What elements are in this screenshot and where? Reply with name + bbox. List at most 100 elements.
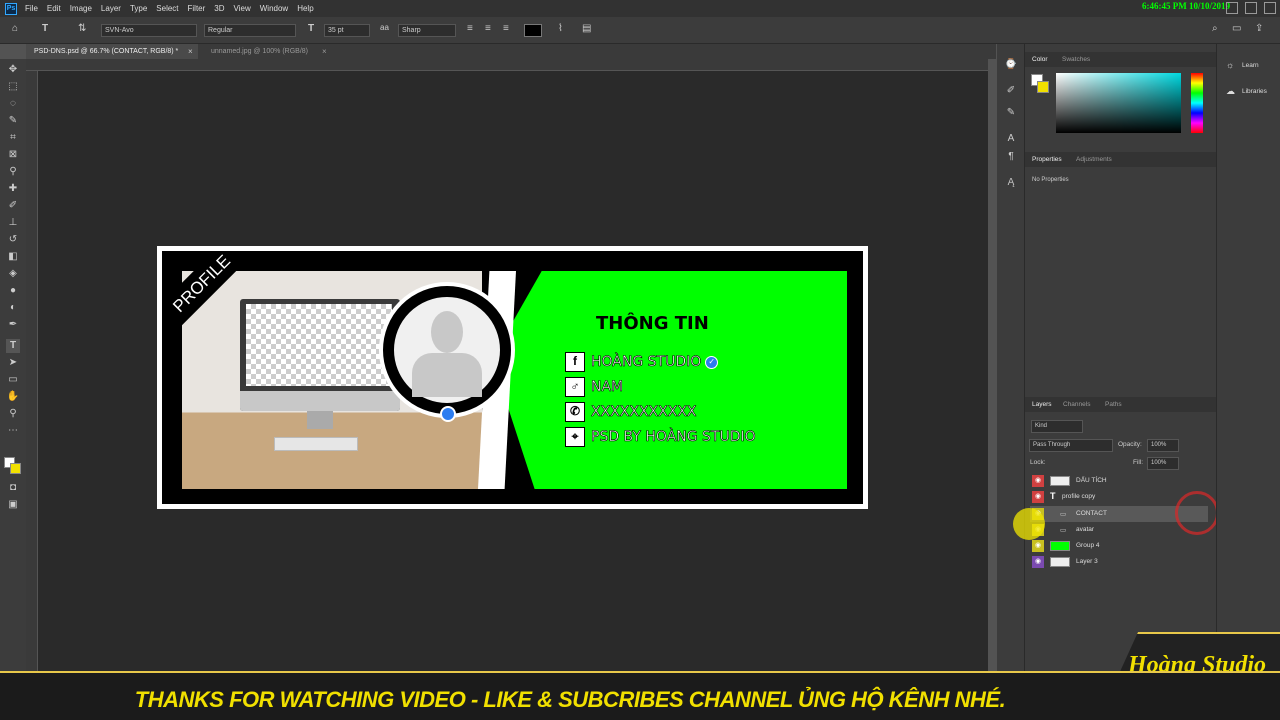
glyphs-icon[interactable]: Ą	[1004, 176, 1018, 190]
tab-channels[interactable]: Channels	[1063, 401, 1090, 408]
blur-tool-icon[interactable]: ●	[6, 284, 20, 298]
close-tab-icon[interactable]: ×	[322, 47, 327, 56]
fill-field[interactable]: 100%	[1147, 457, 1179, 470]
clone-stamp-tool-icon[interactable]: ⊥	[6, 216, 20, 230]
frame-tool-icon[interactable]: ⊠	[6, 148, 20, 162]
search-icon[interactable]: ⌕	[1212, 23, 1218, 34]
menu-3d[interactable]: 3D	[214, 4, 224, 13]
tab-psd-dns[interactable]: PSD-DNS.psd @ 66.7% (CONTACT, RGB/8) *	[26, 44, 198, 59]
layer-thumbnail	[1050, 541, 1070, 551]
profile-banner[interactable]: PROFILE THÔNG TIN f HOÀNG STUDIO ✓ ♂ NAM…	[157, 246, 868, 509]
tab-layers[interactable]: Layers	[1032, 401, 1052, 408]
font-style-select[interactable]: Regular	[204, 24, 296, 37]
paragraph-icon[interactable]: ¶	[1004, 150, 1018, 164]
lasso-tool-icon[interactable]: ◌	[6, 97, 20, 111]
zoom-tool-icon[interactable]: ⚲	[6, 407, 20, 421]
menu-image[interactable]: Image	[70, 4, 92, 13]
close-icon[interactable]	[1264, 2, 1276, 14]
tab-properties[interactable]: Properties	[1032, 156, 1062, 163]
move-tool-icon[interactable]: ✥	[6, 63, 20, 77]
brush-tool-icon[interactable]: ✐	[6, 199, 20, 213]
align-center-icon[interactable]: ≡	[485, 23, 491, 34]
hue-slider[interactable]	[1191, 73, 1203, 133]
warp-text-icon[interactable]: ⌇	[558, 23, 563, 34]
info-row-location: ⌖ PSD BY HOÀNG STUDIO	[565, 427, 756, 447]
options-bar: ⌂ T ⇅ SVN-Avo Regular T 35 pt aa Sharp ≡…	[0, 17, 1280, 44]
type-tool-preset-icon[interactable]: T	[42, 23, 48, 34]
text-color-swatch[interactable]	[524, 24, 542, 37]
history-panel-icon[interactable]: ⌚	[1004, 58, 1018, 72]
restore-icon[interactable]	[1245, 2, 1257, 14]
footer-message: THANKS FOR WATCHING VIDEO - LIKE & SUBCR…	[134, 687, 1006, 712]
minimize-icon[interactable]	[1226, 2, 1238, 14]
menu-filter[interactable]: Filter	[188, 4, 206, 13]
character-icon[interactable]: A	[1004, 132, 1018, 146]
visibility-eye-icon[interactable]: ◉	[1032, 556, 1044, 568]
eyedropper-tool-icon[interactable]: ⚲	[6, 165, 20, 179]
paint-bucket-tool-icon[interactable]: ◈	[6, 267, 20, 281]
info-row-text: HOÀNG STUDIO	[591, 354, 702, 371]
pen-tool-icon[interactable]: ✒	[6, 318, 20, 332]
color-field[interactable]	[1056, 73, 1181, 133]
align-left-icon[interactable]: ≡	[467, 23, 473, 34]
blend-mode-select[interactable]: Pass Through	[1029, 439, 1113, 452]
rectangle-tool-icon[interactable]: ▭	[6, 373, 20, 387]
close-tab-icon[interactable]: ×	[188, 47, 193, 56]
collapsed-panels-strip: ⌚ ✐ ✎ A ¶ Ą	[997, 44, 1025, 720]
type-tool-icon[interactable]: T	[6, 339, 20, 353]
tab-swatches[interactable]: Swatches	[1062, 56, 1090, 63]
cursor-highlight	[1013, 508, 1045, 540]
path-selection-tool-icon[interactable]: ➤	[6, 356, 20, 370]
layer-row[interactable]: ◉ Layer 3	[1030, 554, 1208, 570]
keyboard	[274, 437, 358, 451]
align-right-icon[interactable]: ≡	[503, 23, 509, 34]
visibility-eye-icon[interactable]: ◉	[1032, 491, 1044, 503]
character-panel-icon[interactable]: ▤	[582, 23, 591, 34]
menu-type[interactable]: Type	[130, 4, 147, 13]
font-family-select[interactable]: SVN-Avo	[101, 24, 197, 37]
layer-row[interactable]: ◉ DẤU TÍCH	[1030, 473, 1208, 489]
menu-layer[interactable]: Layer	[101, 4, 121, 13]
libraries-item[interactable]: Libraries	[1242, 88, 1267, 95]
visibility-eye-icon[interactable]: ◉	[1032, 475, 1044, 487]
background-color-swatch[interactable]	[1037, 81, 1049, 93]
font-size-select[interactable]: 35 pt	[324, 24, 370, 37]
history-brush-tool-icon[interactable]: ↺	[6, 233, 20, 247]
marquee-tool-icon[interactable]: ⬚	[6, 80, 20, 94]
layer-name: DẤU TÍCH	[1076, 477, 1107, 484]
layer-row[interactable]: ◉ Group 4	[1030, 538, 1208, 554]
share-icon[interactable]: ⇪	[1255, 23, 1263, 34]
visibility-eye-icon[interactable]: ◉	[1032, 540, 1044, 552]
menu-edit[interactable]: Edit	[47, 4, 61, 13]
eraser-tool-icon[interactable]: ◧	[6, 250, 20, 264]
filter-kind-select[interactable]: Kind	[1031, 420, 1083, 433]
tab-adjustments[interactable]: Adjustments	[1076, 156, 1112, 163]
learn-item[interactable]: Learn	[1242, 62, 1259, 69]
menu-view[interactable]: View	[234, 4, 251, 13]
menu-select[interactable]: Select	[156, 4, 178, 13]
photoshop-logo-icon: Ps	[5, 2, 17, 15]
tab-color[interactable]: Color	[1032, 56, 1048, 63]
more-tools-icon[interactable]: ⋯	[6, 424, 20, 438]
menu-file[interactable]: File	[25, 4, 38, 13]
menu-window[interactable]: Window	[260, 4, 288, 13]
tab-paths[interactable]: Paths	[1105, 401, 1122, 408]
opacity-field[interactable]: 100%	[1147, 439, 1179, 452]
text-orientation-icon[interactable]: ⇅	[78, 23, 86, 34]
brush-panel-icon[interactable]: ✐	[1004, 84, 1018, 98]
dodge-tool-icon[interactable]: ◐	[6, 301, 20, 315]
healing-brush-tool-icon[interactable]: ✚	[6, 182, 20, 196]
tool-presets-icon[interactable]: ✎	[1004, 106, 1018, 120]
hand-tool-icon[interactable]: ✋	[6, 390, 20, 404]
background-color-swatch[interactable]	[10, 463, 21, 474]
crop-tool-icon[interactable]: ⌗	[6, 131, 20, 145]
workspace-icon[interactable]: ▭	[1232, 23, 1241, 34]
lock-label: Lock:	[1030, 459, 1046, 466]
menu-help[interactable]: Help	[297, 4, 313, 13]
screen-mode-icon[interactable]: ▣	[6, 498, 20, 512]
home-icon[interactable]: ⌂	[12, 23, 18, 34]
quick-mask-icon[interactable]: ◘	[6, 481, 20, 495]
anti-alias-select[interactable]: Sharp	[398, 24, 456, 37]
video-footer: THANKS FOR WATCHING VIDEO - LIKE & SUBCR…	[0, 671, 1280, 720]
quick-selection-tool-icon[interactable]: ✎	[6, 114, 20, 128]
